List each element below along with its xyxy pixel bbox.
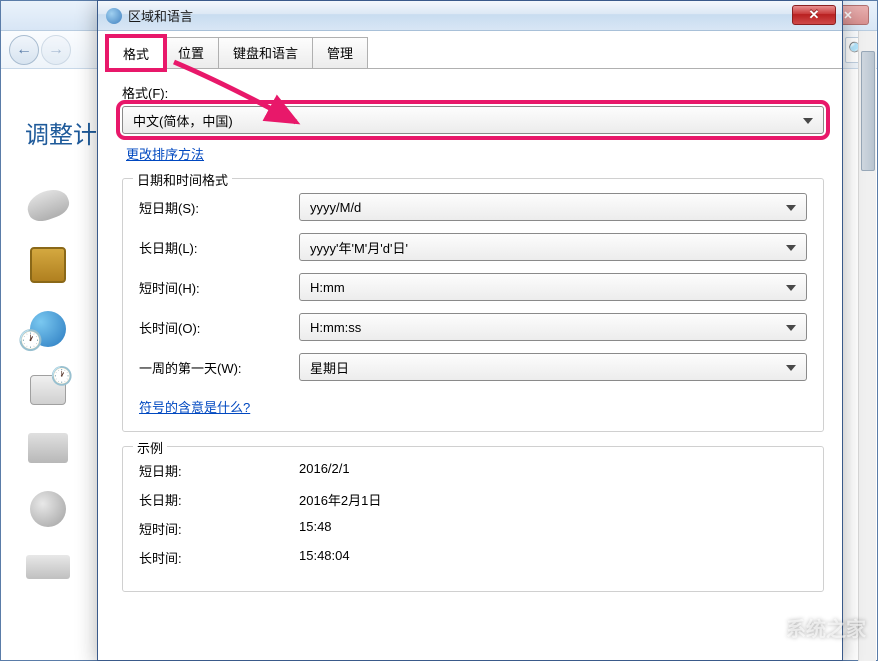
example-long-date-label: 长日期:	[139, 490, 299, 509]
first-day-label: 一周的第一天(W):	[139, 358, 299, 377]
example-short-date-value: 2016/2/1	[299, 461, 350, 480]
datetime-format-group: 日期和时间格式 短日期(S): yyyy/M/d 长日期(L): yyyy'年'…	[122, 178, 824, 432]
example-long-time-label: 长时间:	[139, 548, 299, 567]
change-sort-link[interactable]: 更改排序方法	[126, 144, 204, 163]
globe-icon	[106, 8, 122, 24]
short-date-dropdown[interactable]: yyyy/M/d	[299, 193, 807, 221]
long-date-dropdown[interactable]: yyyy'年'M'月'd'日'	[299, 233, 807, 261]
globe-clock-icon[interactable]	[24, 311, 72, 347]
tab-administrative[interactable]: 管理	[312, 37, 368, 68]
tab-keyboards-languages[interactable]: 键盘和语言	[218, 37, 313, 68]
format-dropdown[interactable]: 中文(简体，中国)	[122, 106, 824, 134]
tab-body: 格式(F): 中文(简体，中国) 更改排序方法 日期和时间格式 短日期(S): …	[98, 69, 842, 592]
speaker-icon[interactable]	[30, 491, 66, 527]
arrow-right-icon: →	[48, 41, 64, 59]
keyboard-icon[interactable]	[26, 555, 70, 579]
example-group-title: 示例	[133, 438, 167, 457]
tab-strip: 格式 位置 键盘和语言 管理	[108, 37, 842, 69]
first-day-dropdown[interactable]: 星期日	[299, 353, 807, 381]
example-group: 示例 短日期: 2016/2/1 长日期: 2016年2月1日 短时间: 15:…	[122, 446, 824, 592]
nav-back-button[interactable]: ←	[9, 35, 39, 65]
parent-scrollbar[interactable]	[858, 31, 876, 661]
close-icon: ✕	[809, 7, 820, 23]
scrollbar-thumb[interactable]	[861, 51, 875, 171]
example-short-date-label: 短日期:	[139, 461, 299, 480]
short-time-dropdown[interactable]: H:mm	[299, 273, 807, 301]
short-time-label: 短时间(H):	[139, 278, 299, 297]
datetime-group-title: 日期和时间格式	[133, 170, 232, 189]
format-dropdown-value: 中文(简体，中国)	[133, 111, 233, 130]
short-date-label: 短日期(S):	[139, 198, 299, 217]
symbol-meaning-link[interactable]: 符号的含意是什么?	[139, 397, 250, 416]
format-label: 格式(F):	[122, 83, 824, 102]
close-icon: ✕	[843, 9, 852, 22]
calendar-clock-icon[interactable]	[30, 375, 66, 405]
example-short-time-value: 15:48	[299, 519, 332, 538]
example-long-time-value: 15:48:04	[299, 548, 350, 567]
printer-icon[interactable]	[28, 433, 68, 463]
dialog-close-button[interactable]: ✕	[792, 5, 836, 25]
long-time-label: 长时间(O):	[139, 318, 299, 337]
nav-forward-button[interactable]: →	[41, 35, 71, 65]
sidebar	[13, 191, 83, 579]
arrow-left-icon: ←	[16, 41, 32, 59]
long-date-label: 长日期(L):	[139, 238, 299, 257]
dialog-title: 区域和语言	[128, 6, 193, 25]
tab-location[interactable]: 位置	[163, 37, 219, 68]
example-short-time-label: 短时间:	[139, 519, 299, 538]
example-long-date-value: 2016年2月1日	[299, 490, 381, 509]
dialog-titlebar[interactable]: 区域和语言 ✕	[98, 1, 842, 31]
parent-page-title: 调整计	[25, 115, 97, 150]
tab-format[interactable]: 格式	[108, 37, 164, 69]
safe-icon[interactable]	[30, 247, 66, 283]
mouse-icon[interactable]	[23, 185, 72, 226]
long-time-dropdown[interactable]: H:mm:ss	[299, 313, 807, 341]
region-language-dialog: 区域和语言 ✕ 格式 位置 键盘和语言 管理 格式(F): 中文(简体，中国) …	[97, 0, 843, 661]
